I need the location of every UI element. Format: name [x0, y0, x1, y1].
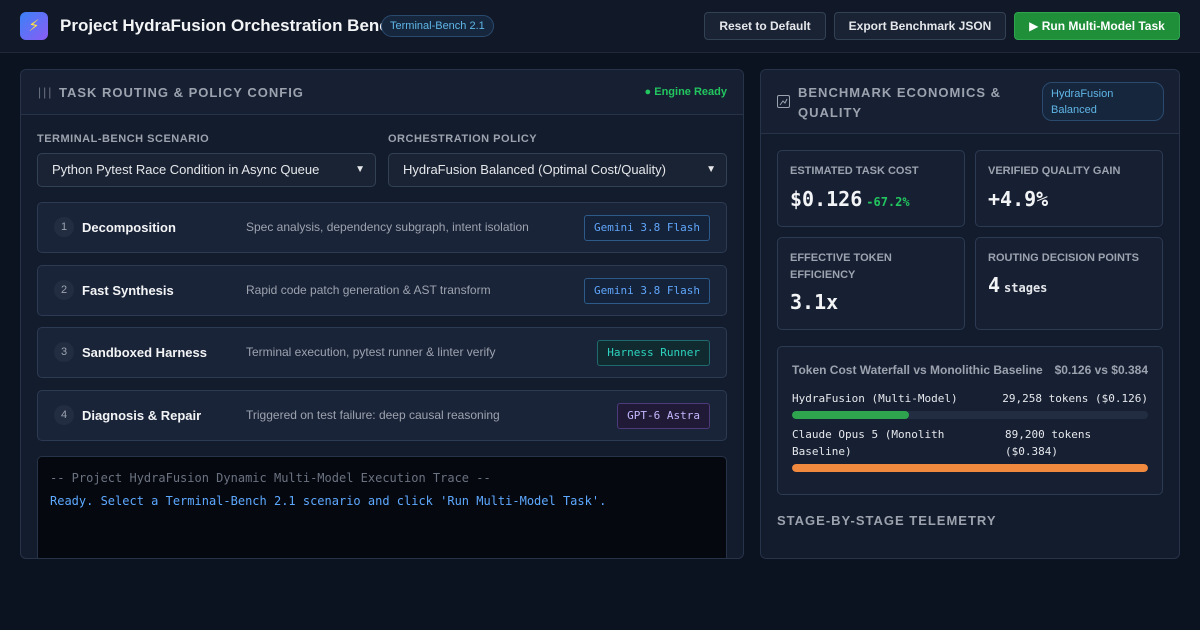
metric-value: +4.9%	[988, 187, 1049, 211]
panel-header: ||| Task Routing & Policy Config ● Engin…	[21, 70, 743, 115]
metric-value: 3.1x	[790, 290, 839, 314]
benchmark-economics-panel: Benchmark Economics & Quality HydraFusio…	[760, 69, 1180, 559]
policy-select[interactable]: HydraFusion Balanced (Optimal Cost/Quali…	[388, 153, 727, 187]
metric-label: Effective Token Efficiency	[790, 252, 892, 281]
stage-row[interactable]: 3 Sandboxed Harness Terminal execution, …	[37, 327, 727, 378]
stage-description: Spec analysis, dependency subgraph, inte…	[246, 220, 529, 234]
stage-number: 3	[54, 342, 74, 362]
scenario-select[interactable]: Python Pytest Race Condition in Async Qu…	[37, 153, 376, 187]
execution-trace-terminal[interactable]: -- Project HydraFusion Dynamic Multi-Mod…	[37, 456, 727, 558]
token-efficiency-card: Effective Token Efficiency 3.1x	[777, 237, 965, 330]
stage-description: Triggered on test failure: deep causal r…	[246, 408, 500, 422]
stage-telemetry-title: Stage-by-Stage Telemetry	[777, 513, 997, 528]
policy-select-value: HydraFusion Balanced (Optimal Cost/Quali…	[403, 162, 666, 177]
metric-label: Routing Decision Points	[988, 252, 1139, 264]
verified-quality-gain-card: Verified Quality Gain +4.9%	[975, 150, 1163, 227]
waterfall-row-tokens: 89,200 tokens ($0.384)	[1005, 428, 1092, 458]
routing-count: 4	[988, 273, 1001, 297]
waterfall-row-name: HydraFusion (Multi-Model)	[792, 392, 958, 405]
stage-name: Diagnosis & Repair	[82, 408, 202, 423]
terminal-header-line: -- Project HydraFusion Dynamic Multi-Mod…	[50, 471, 491, 485]
engine-status-indicator: ● Engine Ready	[644, 86, 727, 98]
stage-name: Sandboxed Harness	[82, 345, 207, 360]
lightning-icon: ⚡	[20, 12, 48, 40]
stage-number: 1	[54, 217, 74, 237]
waterfall-bar-track	[792, 464, 1148, 472]
waterfall-row-tokens: 29,258 tokens ($0.126)	[1002, 392, 1148, 405]
cost-delta: -67.2%	[866, 195, 910, 209]
metric-label: Estimated Task Cost	[790, 165, 919, 177]
stage-description: Rapid code patch generation & AST transf…	[246, 283, 491, 297]
app-title: Project HydraFusion Orchestration Bench	[60, 16, 400, 35]
export-benchmark-json-button[interactable]: Export Benchmark JSON	[834, 12, 1006, 40]
panel-title: Task Routing & Policy Config	[59, 85, 304, 100]
metric-value: 4 stages	[988, 273, 1047, 297]
policy-label: Orchestration Policy	[388, 133, 538, 145]
waterfall-title: Token Cost Waterfall vs Monolithic Basel…	[792, 363, 1043, 377]
stage-row[interactable]: 1 Decomposition Spec analysis, dependenc…	[37, 202, 727, 253]
stage-name: Fast Synthesis	[82, 283, 174, 298]
chevron-down-icon: ▼	[706, 164, 716, 175]
metric-label: Verified Quality Gain	[988, 165, 1121, 177]
stage-description: Terminal execution, pytest runner & lint…	[246, 345, 496, 359]
task-routing-panel: ||| Task Routing & Policy Config ● Engin…	[20, 69, 744, 559]
model-tag: GPT-6 Astra	[617, 403, 710, 429]
stage-number: 2	[54, 280, 74, 300]
stage-row[interactable]: 2 Fast Synthesis Rapid code patch genera…	[37, 265, 727, 316]
panel-header: Benchmark Economics & Quality HydraFusio…	[761, 70, 1179, 134]
waterfall-bar-fill	[792, 411, 909, 419]
metric-value: $0.126 -67.2%	[790, 187, 910, 211]
waterfall-bar-track	[792, 411, 1148, 419]
reset-to-default-button[interactable]: Reset to Default	[704, 12, 826, 40]
model-tag: Gemini 3.8 Flash	[584, 215, 710, 241]
policy-badge: HydraFusion Balanced	[1042, 82, 1164, 121]
panel-title: Benchmark Economics & Quality	[798, 85, 1001, 120]
scenario-label: Terminal-Bench Scenario	[37, 133, 210, 145]
top-bar: ⚡ Project HydraFusion Orchestration Benc…	[0, 0, 1200, 53]
chevron-down-icon: ▼	[355, 164, 365, 175]
waterfall-summary: $0.126 vs $0.384	[1054, 363, 1148, 377]
model-tag: Gemini 3.8 Flash	[584, 278, 710, 304]
scenario-select-value: Python Pytest Race Condition in Async Qu…	[52, 162, 320, 177]
waterfall-bar-fill	[792, 464, 1148, 472]
token-cost-waterfall: Token Cost Waterfall vs Monolithic Basel…	[777, 346, 1163, 495]
chart-icon	[777, 95, 790, 108]
cost-value: $0.126	[790, 187, 863, 211]
stage-name: Decomposition	[82, 220, 176, 235]
stage-number: 4	[54, 405, 74, 425]
terminal-status-line: Ready. Select a Terminal-Bench 2.1 scena…	[50, 494, 607, 508]
version-badge: Terminal-Bench 2.1	[381, 15, 494, 37]
stage-row[interactable]: 4 Diagnosis & Repair Triggered on test f…	[37, 390, 727, 441]
model-tag: Harness Runner	[597, 340, 710, 366]
estimated-task-cost-card: Estimated Task Cost $0.126 -67.2%	[777, 150, 965, 227]
bars-icon: |||	[38, 85, 54, 99]
routing-unit: stages	[1004, 281, 1048, 295]
run-multi-model-task-button[interactable]: ▶ Run Multi-Model Task	[1014, 12, 1180, 40]
routing-decision-points-card: Routing Decision Points 4 stages	[975, 237, 1163, 330]
waterfall-row-name: Claude Opus 5 (Monolith Baseline)	[792, 428, 945, 458]
